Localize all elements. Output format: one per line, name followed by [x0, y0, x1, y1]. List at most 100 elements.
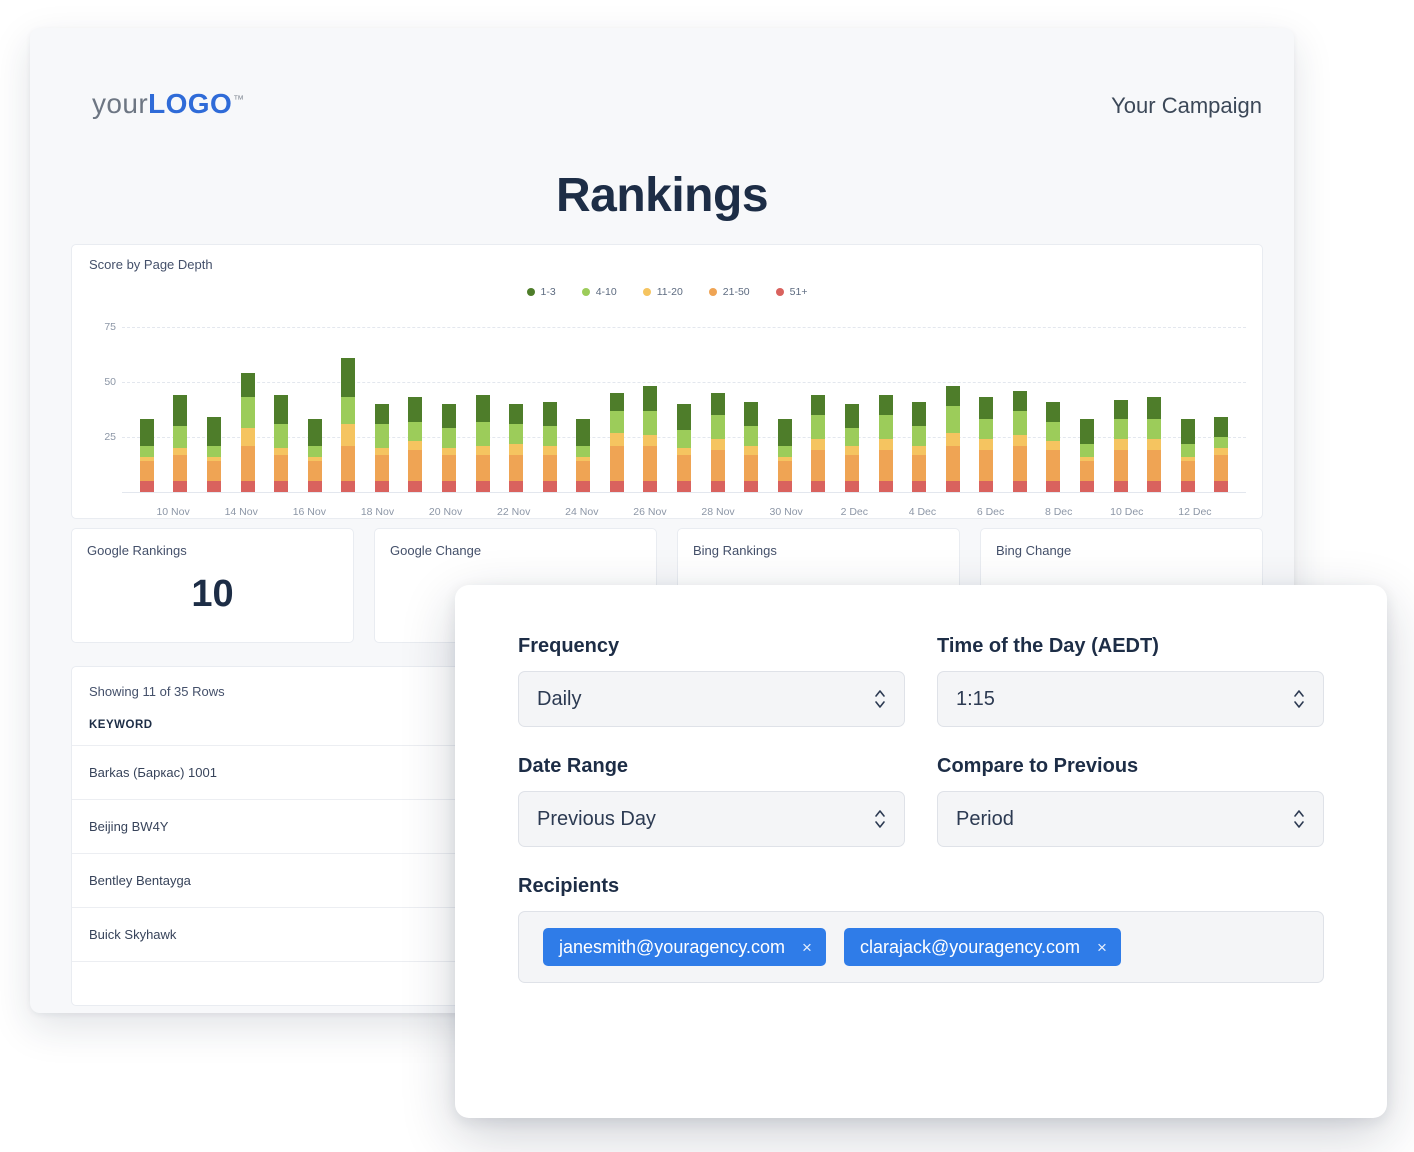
- bar-segment: [1012, 445, 1027, 481]
- legend-item[interactable]: 51+: [775, 286, 807, 298]
- recipient-chip[interactable]: janesmith@youragency.com ×: [543, 928, 826, 966]
- bar-slot: [768, 305, 802, 492]
- bar-segment: [206, 445, 221, 457]
- chart-x-axis: 10 Nov 14 Nov 16 Nov 18 Nov 20 Nov 22 Nov 24 N…: [122, 506, 1246, 524]
- bar-segment: [1046, 421, 1061, 442]
- bar-slot: [667, 305, 701, 492]
- bar-slot: [869, 305, 903, 492]
- stacked-bar[interactable]: [307, 419, 322, 492]
- trademark-icon: ™: [233, 93, 245, 106]
- bar-segment: [441, 454, 456, 481]
- stacked-bar[interactable]: [441, 404, 456, 492]
- bar-segment: [274, 423, 289, 449]
- bar-segment: [811, 439, 826, 451]
- bar-segment: [1147, 439, 1162, 451]
- stacked-bar[interactable]: [206, 417, 221, 492]
- stacked-bar[interactable]: [1180, 419, 1195, 492]
- stacked-bar[interactable]: [139, 419, 154, 492]
- bar-segment: [979, 439, 994, 451]
- stacked-bar[interactable]: [979, 397, 994, 492]
- stacked-bar[interactable]: [710, 393, 725, 492]
- select-time-of-the-day-aedt[interactable]: 1:15: [937, 671, 1324, 727]
- stacked-bar[interactable]: [408, 397, 423, 492]
- bar-segment: [1214, 417, 1229, 438]
- stacked-bar[interactable]: [1214, 417, 1229, 492]
- bar-segment: [274, 454, 289, 481]
- bar-segment: [576, 481, 591, 492]
- x-axis-tick-label: 16 Nov: [292, 506, 326, 518]
- legend-color-dot: [708, 288, 717, 296]
- remove-recipient-icon[interactable]: ×: [802, 939, 812, 956]
- recipients-input[interactable]: janesmith@youragency.com × clarajack@youra…: [518, 911, 1324, 983]
- bar-segment: [475, 421, 490, 446]
- stacked-bar[interactable]: [1046, 401, 1061, 492]
- stacked-bar[interactable]: [609, 393, 624, 492]
- stacked-bar[interactable]: [677, 404, 692, 492]
- stacked-bar[interactable]: [475, 395, 490, 492]
- stacked-bar[interactable]: [844, 404, 859, 492]
- bar-segment: [744, 445, 759, 455]
- bar-segment: [1113, 399, 1128, 420]
- stacked-bar[interactable]: [341, 357, 356, 492]
- stacked-bar[interactable]: [1113, 399, 1128, 492]
- bar-segment: [811, 481, 826, 492]
- chart-title: Score by Page Depth: [89, 257, 213, 272]
- form-field: Time of the Day (AEDT) 1:15: [937, 635, 1324, 727]
- bar-segment: [609, 445, 624, 481]
- stacked-bar[interactable]: [945, 386, 960, 492]
- select-compare-to-previous[interactable]: Period: [937, 791, 1324, 847]
- brand-logo[interactable]: yourLOGO™: [92, 90, 245, 118]
- stacked-bar[interactable]: [1012, 390, 1027, 492]
- legend-item[interactable]: 4-10: [581, 286, 617, 298]
- recipient-chip[interactable]: clarajack@youragency.com ×: [843, 928, 1121, 966]
- bar-slot: [1037, 305, 1071, 492]
- select-frequency[interactable]: Daily: [518, 671, 905, 727]
- bar-slot: [164, 305, 198, 492]
- bar-segment: [945, 432, 960, 446]
- stacked-bar[interactable]: [1147, 397, 1162, 492]
- stacked-bar[interactable]: [777, 419, 792, 492]
- kpi-card[interactable]: Google Rankings 10: [71, 528, 354, 643]
- logo-text-primary: your: [92, 88, 149, 119]
- bar-segment: [609, 432, 624, 446]
- bar-segment: [609, 393, 624, 411]
- bar-segment: [744, 426, 759, 446]
- stacked-bar[interactable]: [374, 404, 389, 492]
- legend-item[interactable]: 11-20: [642, 286, 683, 298]
- select-date-range[interactable]: Previous Day: [518, 791, 905, 847]
- bar-segment: [576, 419, 591, 446]
- stacked-bar[interactable]: [811, 395, 826, 492]
- bar-slot: [902, 305, 936, 492]
- bar-segment: [274, 448, 289, 455]
- bar-segment: [710, 415, 725, 440]
- legend-item[interactable]: 1-3: [526, 286, 556, 298]
- stacked-bar[interactable]: [509, 404, 524, 492]
- bar-segment: [374, 404, 389, 424]
- bar-segment: [878, 450, 893, 481]
- bar-segment: [475, 395, 490, 422]
- bar-segment: [509, 404, 524, 424]
- x-axis-tick-label: 12 Dec: [1178, 506, 1212, 518]
- legend-item[interactable]: 21-50: [708, 286, 750, 298]
- bar-segment: [844, 404, 859, 429]
- bar-segment: [1012, 410, 1027, 435]
- bar-segment: [1012, 481, 1027, 492]
- stacked-bar[interactable]: [542, 401, 557, 492]
- bar-slot: [936, 305, 970, 492]
- legend-label: 1-3: [540, 286, 556, 298]
- stacked-bar[interactable]: [576, 419, 591, 492]
- bar-segment: [173, 481, 188, 492]
- stacked-bar[interactable]: [912, 401, 927, 492]
- bar-slot: [365, 305, 399, 492]
- bar-segment: [777, 419, 792, 446]
- stacked-bar[interactable]: [1079, 419, 1094, 492]
- stacked-bar[interactable]: [643, 386, 658, 492]
- stacked-bar[interactable]: [240, 373, 255, 492]
- stacked-bar[interactable]: [173, 395, 188, 492]
- stacked-bar[interactable]: [274, 395, 289, 492]
- remove-recipient-icon[interactable]: ×: [1097, 939, 1107, 956]
- bar-segment: [643, 481, 658, 492]
- stacked-bar[interactable]: [744, 401, 759, 492]
- chart-legend: 1-3 4-10 11-20 21-50 51+: [72, 286, 1262, 298]
- stacked-bar[interactable]: [878, 395, 893, 492]
